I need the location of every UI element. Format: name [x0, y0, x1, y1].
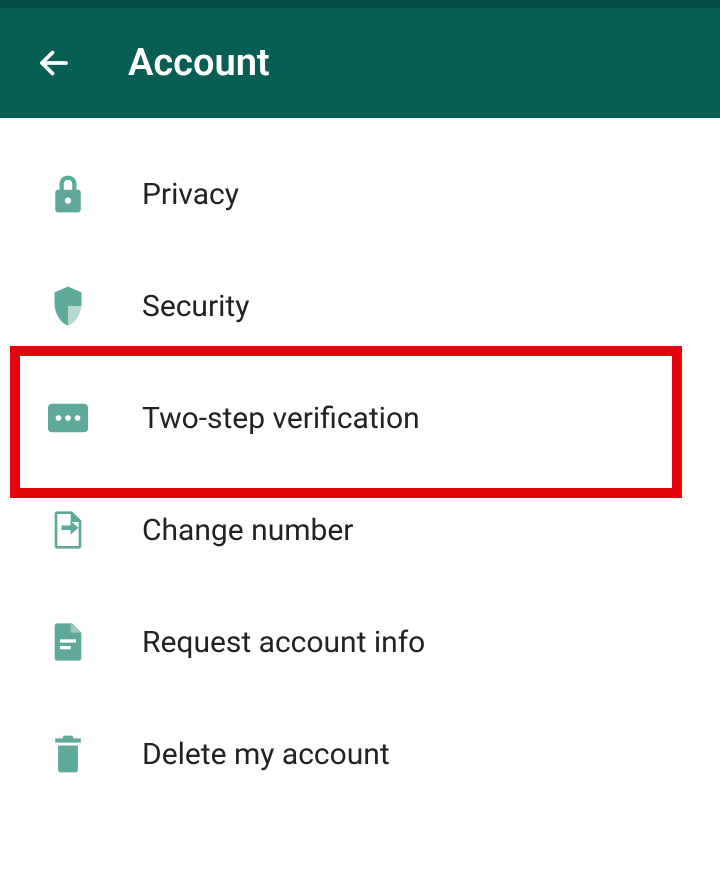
arrow-back-icon	[36, 45, 72, 81]
list-item-request-info[interactable]: Request account info	[0, 586, 720, 698]
list-item-change-number[interactable]: Change number	[0, 474, 720, 586]
shield-icon	[48, 286, 88, 326]
list-item-label: Delete my account	[142, 737, 390, 772]
list-item-label: Two-step verification	[142, 401, 420, 436]
page-title: Account	[128, 41, 270, 85]
list-item-delete-account[interactable]: Delete my account	[0, 698, 720, 810]
document-icon	[48, 622, 88, 662]
list-item-two-step-verification[interactable]: Two-step verification	[0, 362, 720, 474]
app-bar: Account	[0, 8, 720, 118]
trash-icon	[48, 734, 88, 774]
list-item-security[interactable]: Security	[0, 250, 720, 362]
list-item-label: Request account info	[142, 625, 425, 660]
sim-arrow-icon	[48, 510, 88, 550]
list-item-label: Security	[142, 289, 249, 324]
status-bar	[0, 0, 720, 8]
list-item-label: Privacy	[142, 177, 239, 212]
list-item-privacy[interactable]: Privacy	[0, 138, 720, 250]
lock-icon	[48, 174, 88, 214]
settings-list: Privacy Security Two-step verification	[0, 118, 720, 810]
back-button[interactable]	[36, 45, 72, 81]
list-item-label: Change number	[142, 513, 353, 548]
pin-icon	[48, 398, 88, 438]
